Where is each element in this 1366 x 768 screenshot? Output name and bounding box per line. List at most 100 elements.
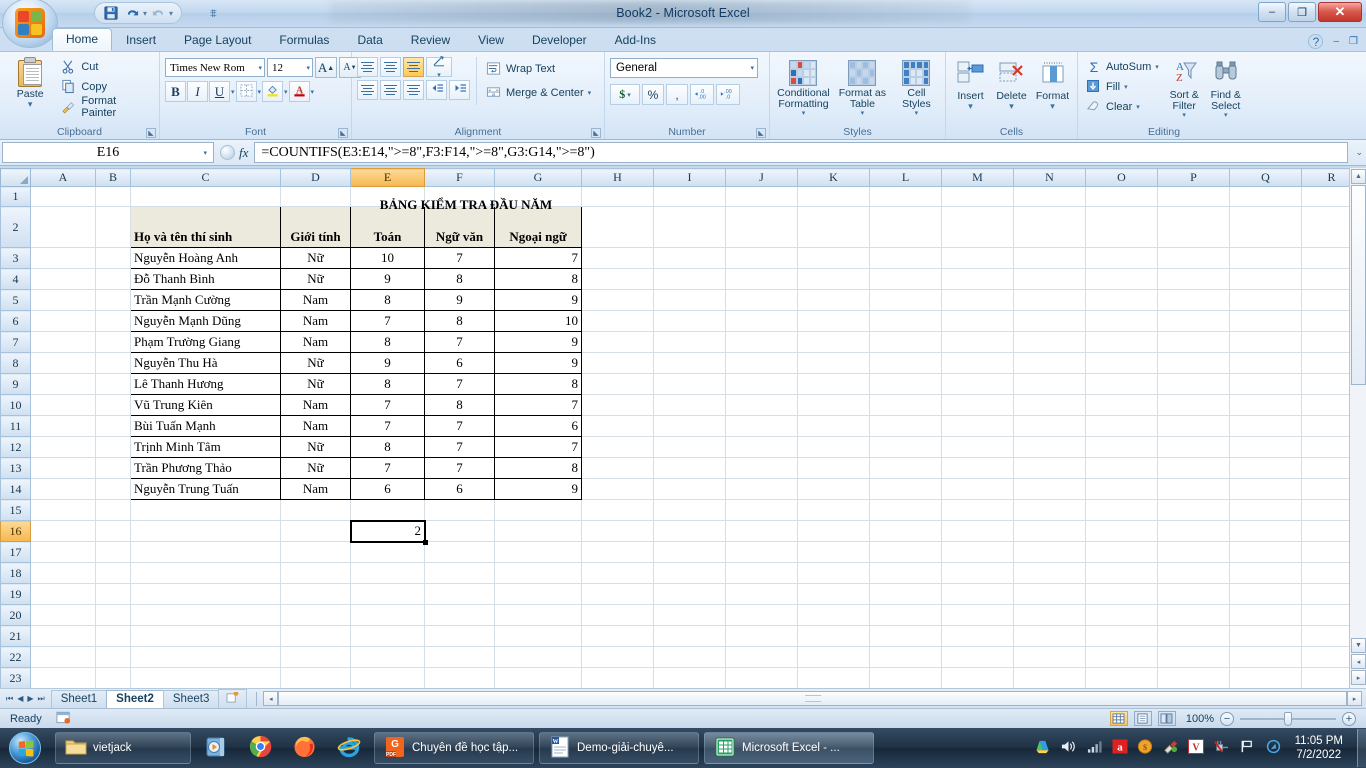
cell-C18[interactable] xyxy=(130,562,281,584)
cell-B23[interactable] xyxy=(95,667,131,689)
cell-lit-9[interactable]: 7 xyxy=(424,373,495,395)
cell-lit-13[interactable]: 7 xyxy=(424,457,495,479)
row-header-14[interactable]: 14 xyxy=(0,478,31,500)
cell-M14[interactable] xyxy=(941,478,1014,500)
increase-indent-button[interactable] xyxy=(449,80,470,100)
column-header-j[interactable]: J xyxy=(725,168,798,187)
cell-M3[interactable] xyxy=(941,247,1014,269)
cell-D22[interactable] xyxy=(280,646,351,668)
cell-C21[interactable] xyxy=(130,625,281,647)
cell-A10[interactable] xyxy=(30,394,96,416)
row-header-3[interactable]: 3 xyxy=(0,247,31,269)
increase-decimal-button[interactable]: .0.00 xyxy=(690,84,714,105)
cell-lang-6[interactable]: 10 xyxy=(494,310,582,332)
cell-P5[interactable] xyxy=(1157,289,1230,311)
cell-G18[interactable] xyxy=(494,562,582,584)
cell-D23[interactable] xyxy=(280,667,351,689)
cell-J21[interactable] xyxy=(725,625,798,647)
cell-M6[interactable] xyxy=(941,310,1014,332)
cell-math-6[interactable]: 7 xyxy=(350,310,425,332)
cell-G23[interactable] xyxy=(494,667,582,689)
font-size-dropdown-icon[interactable]: ▾ xyxy=(303,64,310,72)
cell-N1[interactable] xyxy=(1013,186,1086,207)
cell-N5[interactable] xyxy=(1013,289,1086,311)
row-header-16[interactable]: 16 xyxy=(0,520,31,542)
cell-I21[interactable] xyxy=(653,625,726,647)
cell-J15[interactable] xyxy=(725,499,798,521)
column-header-h[interactable]: H xyxy=(581,168,654,187)
scroll-down-button[interactable]: ▼ xyxy=(1351,638,1366,653)
underline-dropdown-icon[interactable]: ▾ xyxy=(231,88,235,96)
cell-J8[interactable] xyxy=(725,352,798,374)
cell-G17[interactable] xyxy=(494,541,582,563)
cell-I5[interactable] xyxy=(653,289,726,311)
copy-button[interactable]: Copy xyxy=(58,77,154,96)
align-center-button[interactable] xyxy=(380,80,401,100)
cell-E22[interactable] xyxy=(350,646,425,668)
cell-G15[interactable] xyxy=(494,499,582,521)
font-color-button[interactable]: A xyxy=(288,81,310,102)
row-header-5[interactable]: 5 xyxy=(0,289,31,311)
zoom-out-button[interactable]: − xyxy=(1220,711,1234,726)
cell-name-12[interactable]: Trịnh Minh Tâm xyxy=(130,436,281,458)
window-controls[interactable]: – ❐ ✕ xyxy=(1258,2,1362,22)
cell-lit-8[interactable]: 6 xyxy=(424,352,495,374)
cell-O13[interactable] xyxy=(1085,457,1158,479)
cell-name-14[interactable]: Nguyễn Trung Tuấn xyxy=(130,478,281,500)
cell-G21[interactable] xyxy=(494,625,582,647)
cell-F17[interactable] xyxy=(424,541,495,563)
cell-P7[interactable] xyxy=(1157,331,1230,353)
cell-F23[interactable] xyxy=(424,667,495,689)
cell-J4[interactable] xyxy=(725,268,798,290)
table-header-c[interactable]: Họ và tên thí sinh xyxy=(130,206,281,248)
fill-dropdown-icon[interactable]: ▾ xyxy=(1124,83,1128,91)
column-header-i[interactable]: I xyxy=(653,168,726,187)
cell-J20[interactable] xyxy=(725,604,798,626)
cell-K1[interactable] xyxy=(797,186,870,207)
cell-gender-3[interactable]: Nữ xyxy=(280,247,351,269)
cell-N15[interactable] xyxy=(1013,499,1086,521)
cell-O20[interactable] xyxy=(1085,604,1158,626)
cell-O12[interactable] xyxy=(1085,436,1158,458)
worksheet-grid[interactable]: ABCDEFGHIJKLMNOPQR 1 BẢNG KIỂM TRA ĐẦU NĂ… xyxy=(0,168,1366,689)
cell-B14[interactable] xyxy=(95,478,131,500)
cell-N8[interactable] xyxy=(1013,352,1086,374)
orientation-button[interactable]: ▾ xyxy=(426,56,452,79)
cell-B7[interactable] xyxy=(95,331,131,353)
cell-lang-9[interactable]: 8 xyxy=(494,373,582,395)
restore-ribbon-icon[interactable]: ❐ xyxy=(1349,36,1358,47)
ribbon-tab-home[interactable]: Home xyxy=(52,28,113,51)
row-header-11[interactable]: 11 xyxy=(0,415,31,437)
hscroll-left-button[interactable]: ◂ xyxy=(263,691,279,706)
cell-H20[interactable] xyxy=(581,604,654,626)
cell-L20[interactable] xyxy=(869,604,942,626)
cell-lit-10[interactable]: 8 xyxy=(424,394,495,416)
cell-math-11[interactable]: 7 xyxy=(350,415,425,437)
cell-E19[interactable] xyxy=(350,583,425,605)
cell-A12[interactable] xyxy=(30,436,96,458)
cell-B1[interactable] xyxy=(95,186,131,207)
italic-button[interactable]: I xyxy=(187,81,208,102)
fill-button[interactable]: Fill ▾ xyxy=(1083,77,1162,96)
row-header-17[interactable]: 17 xyxy=(0,541,31,563)
cell-J13[interactable] xyxy=(725,457,798,479)
avira-icon[interactable]: a xyxy=(1112,739,1128,757)
cell-B6[interactable] xyxy=(95,310,131,332)
cell-A22[interactable] xyxy=(30,646,96,668)
cell-L1[interactable] xyxy=(869,186,942,207)
cell-K16[interactable] xyxy=(797,520,870,542)
cell-K17[interactable] xyxy=(797,541,870,563)
cell-O1[interactable] xyxy=(1085,186,1158,207)
font-color-dropdown-icon[interactable]: ▾ xyxy=(311,88,315,96)
row-header-6[interactable]: 6 xyxy=(0,310,31,332)
cell-N22[interactable] xyxy=(1013,646,1086,668)
cell-H18[interactable] xyxy=(581,562,654,584)
minimize-button[interactable]: – xyxy=(1258,2,1286,22)
cell-Q7[interactable] xyxy=(1229,331,1302,353)
delete-cells-dropdown-icon[interactable]: ▾ xyxy=(1009,101,1014,111)
cell-L21[interactable] xyxy=(869,625,942,647)
cell-K3[interactable] xyxy=(797,247,870,269)
cell-K12[interactable] xyxy=(797,436,870,458)
zoom-in-button[interactable]: + xyxy=(1342,711,1356,726)
cell-P16[interactable] xyxy=(1157,520,1230,542)
